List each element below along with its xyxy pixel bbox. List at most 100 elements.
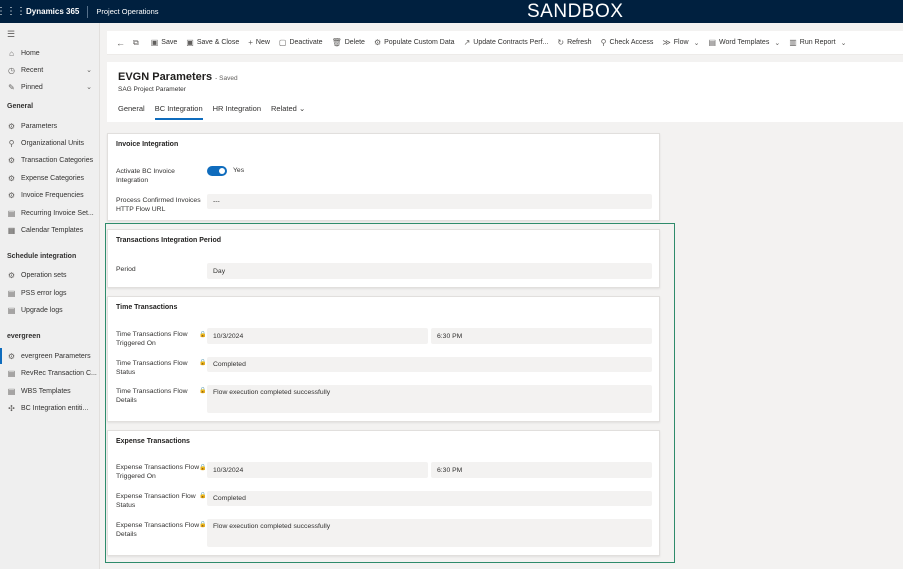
sidebar-item-recurring-invoice[interactable]: ▤ Recurring Invoice Set... xyxy=(0,205,100,221)
tab-related-label: Related xyxy=(271,104,297,113)
sidebar-item-label: PSS error logs xyxy=(21,289,67,297)
trash-icon: 🗑 xyxy=(331,38,342,47)
sidebar-item-label: RevRec Transaction C... xyxy=(21,369,97,377)
flow-url-label: Process Confirmed Invoices HTTP Flow URL xyxy=(116,197,201,213)
home-icon: ⌂ xyxy=(9,48,14,58)
sidebar-item-invoice-frequencies[interactable]: ⚙ Invoice Frequencies xyxy=(0,187,100,203)
save-close-button[interactable]: ▣ Save & Close xyxy=(186,38,239,47)
sidebar-item-label: Pinned xyxy=(21,83,43,91)
gear-icon: ⚙ xyxy=(7,270,16,280)
sidebar-item-label: Upgrade logs xyxy=(21,306,63,314)
section-title: Invoice Integration xyxy=(116,141,179,148)
sidebar-item-bc-integration[interactable]: ✣ BC Integration entiti... xyxy=(0,400,100,416)
invoice-integration-section: Invoice Integration Activate BC Invoice … xyxy=(107,133,660,221)
table-icon: ▤ xyxy=(7,288,16,298)
entity-name: SAG Project Parameter xyxy=(118,86,186,93)
check-access-button[interactable]: ⚲ Check Access xyxy=(601,38,654,47)
gear-icon: ⚙ xyxy=(7,351,16,361)
sidebar-item-label: Invoice Frequencies xyxy=(21,191,84,199)
gear-icon: ⚙ xyxy=(7,121,16,131)
chevron-down-icon: ⌄ xyxy=(298,104,306,113)
page-title: EVGN Parameters - Saved xyxy=(118,71,238,83)
sidebar-item-home[interactable]: ⌂ Home xyxy=(0,45,100,61)
gear-icon: ⚙ xyxy=(7,155,16,165)
sidebar-item-recent[interactable]: ◷ Recent ⌄ xyxy=(0,62,100,78)
tab-general[interactable]: General xyxy=(118,104,145,120)
save-close-icon: ▣ xyxy=(186,38,194,47)
calendar-icon: ▦ xyxy=(7,225,16,235)
arrow-icon: ↗ xyxy=(463,38,471,47)
refresh-button[interactable]: ↻ Refresh xyxy=(557,38,591,47)
sidebar: ☰ ⌂ Home ◷ Recent ⌄ ✎ Pinned ⌄ General ⚙… xyxy=(0,23,100,569)
sidebar-group-evergreen: evergreen xyxy=(7,333,41,340)
sidebar-item-label: Parameters xyxy=(21,122,58,130)
flow-icon: ≫ xyxy=(662,38,671,47)
org-icon: ⚲ xyxy=(8,138,15,148)
sidebar-item-operation-sets[interactable]: ⚙ Operation sets xyxy=(0,267,100,283)
sidebar-item-expense-categories[interactable]: ⚙ Expense Categories xyxy=(0,170,100,186)
hamburger-icon[interactable]: ☰ xyxy=(7,29,15,40)
sidebar-item-label: Transaction Categories xyxy=(21,156,94,164)
plus-icon: + xyxy=(248,38,253,47)
activate-bc-invoice-toggle[interactable] xyxy=(207,166,227,176)
chevron-down-icon: ⌄ xyxy=(693,39,700,47)
run-report-button[interactable]: ▥ Run Report ⌄ xyxy=(789,38,846,47)
tab-related[interactable]: Related ⌄ xyxy=(271,104,305,120)
sidebar-item-label: BC Integration entiti... xyxy=(21,404,89,412)
chevron-down-icon[interactable]: ⌄ xyxy=(86,66,92,74)
sidebar-item-upgrade-logs[interactable]: ▤ Upgrade logs xyxy=(0,302,100,318)
tab-bc-integration[interactable]: BC Integration xyxy=(154,104,203,120)
toggle-value: Yes xyxy=(233,167,245,174)
save-status: - Saved xyxy=(215,75,238,82)
sidebar-item-wbs-templates[interactable]: ▤ WBS Templates xyxy=(0,383,100,399)
table-icon: ▤ xyxy=(7,368,16,378)
new-button[interactable]: + New xyxy=(248,38,270,47)
open-new-window-button[interactable]: ⧉ xyxy=(133,38,142,48)
sidebar-item-label: Organizational Units xyxy=(21,139,85,147)
top-bar: ⋮⋮⋮ Dynamics 365 Project Operations SAND… xyxy=(0,0,903,23)
sidebar-item-parameters[interactable]: ⚙ Parameters xyxy=(0,118,100,134)
activate-bc-invoice-label: Activate BC Invoice Integration xyxy=(116,168,175,184)
sidebar-item-label: Operation sets xyxy=(21,271,67,279)
sidebar-item-label: evergreen Parameters xyxy=(21,352,91,360)
word-icon: ▤ xyxy=(708,38,716,47)
search-icon: ⚲ xyxy=(600,38,607,47)
gear-icon: ⚙ xyxy=(7,190,16,200)
sidebar-item-label: Recurring Invoice Set... xyxy=(21,209,94,217)
sidebar-item-label: WBS Templates xyxy=(21,387,71,395)
sidebar-item-organizational-units[interactable]: ⚲ Organizational Units xyxy=(0,135,100,151)
record-header: EVGN Parameters - Saved SAG Project Param… xyxy=(107,62,903,122)
save-button[interactable]: ▣ Save xyxy=(151,38,178,47)
report-icon: ▥ xyxy=(789,38,797,47)
chevron-down-icon[interactable]: ⌄ xyxy=(86,83,92,91)
sidebar-item-evergreen-parameters[interactable]: ⚙ evergreen Parameters xyxy=(0,348,100,364)
tab-list: General BC Integration HR Integration Re… xyxy=(118,104,315,120)
flow-url-field[interactable]: --- xyxy=(207,194,652,209)
app-brand[interactable]: Dynamics 365 xyxy=(22,5,89,18)
deactivate-button[interactable]: ▢ Deactivate xyxy=(279,38,323,47)
sidebar-item-transaction-categories[interactable]: ⚙ Transaction Categories xyxy=(0,152,100,168)
sidebar-item-pinned[interactable]: ✎ Pinned ⌄ xyxy=(0,79,100,95)
chevron-down-icon: ⌄ xyxy=(840,39,847,47)
sidebar-item-label: Recent xyxy=(21,66,44,74)
save-icon: ▣ xyxy=(150,38,159,47)
populate-custom-data-button[interactable]: ⚙ Populate Custom Data xyxy=(374,38,455,47)
word-templates-button[interactable]: ▤ Word Templates ⌄ xyxy=(708,38,780,47)
table-icon: ▤ xyxy=(7,208,16,218)
update-contracts-button[interactable]: ↗ Update Contracts Perf... xyxy=(464,38,549,47)
back-arrow-icon[interactable]: ← xyxy=(116,38,125,48)
sidebar-item-revrec[interactable]: ▤ RevRec Transaction C... xyxy=(0,365,100,381)
chevron-down-icon: ⌄ xyxy=(774,39,781,47)
module-name[interactable]: Project Operations xyxy=(88,7,158,16)
tab-hr-integration[interactable]: HR Integration xyxy=(213,104,261,120)
app-launcher-icon[interactable]: ⋮⋮⋮ xyxy=(0,0,26,23)
clock-icon: ◷ xyxy=(8,65,15,75)
open-window-icon: ⧉ xyxy=(133,37,139,47)
sidebar-item-label: Expense Categories xyxy=(21,174,85,182)
sidebar-group-general: General xyxy=(7,103,34,110)
gear-icon: ⚙ xyxy=(7,173,16,183)
delete-button[interactable]: 🗑 Delete xyxy=(332,38,365,47)
sidebar-item-calendar-templates[interactable]: ▦ Calendar Templates xyxy=(0,222,100,238)
sidebar-item-pss-error-logs[interactable]: ▤ PSS error logs xyxy=(0,285,100,301)
flow-button[interactable]: ≫ Flow ⌄ xyxy=(662,38,699,47)
